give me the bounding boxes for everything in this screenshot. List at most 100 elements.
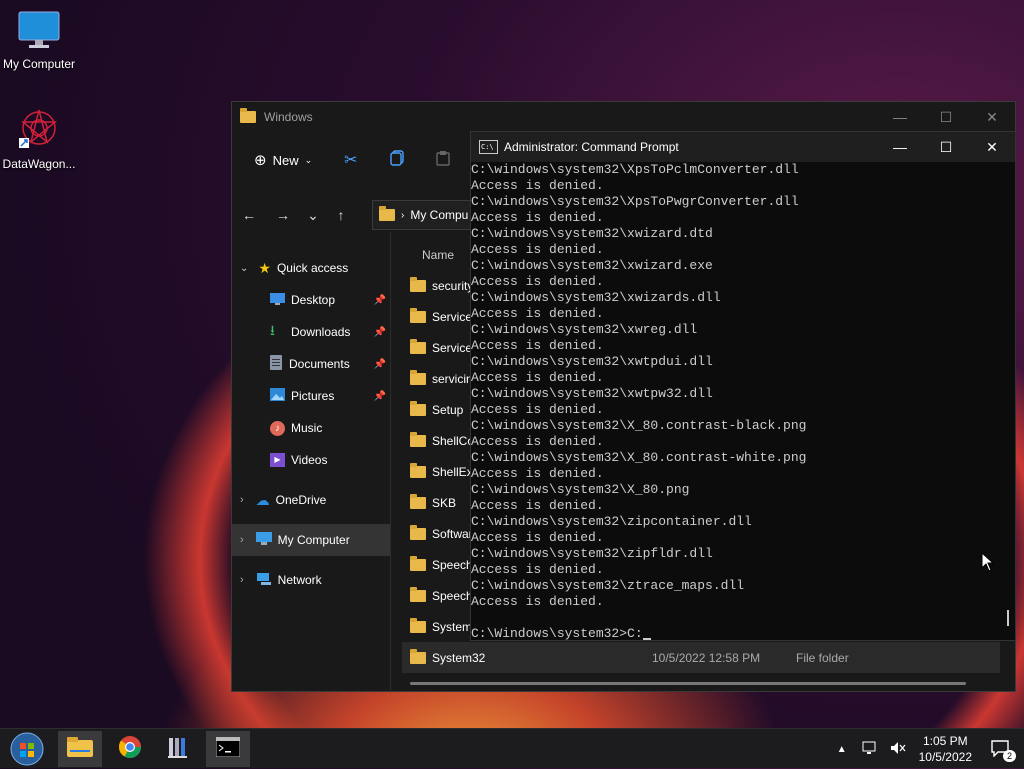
horizontal-scrollbar[interactable]: [410, 682, 966, 685]
download-arrow-icon: ⭳: [270, 322, 275, 338]
taskbar-clock[interactable]: 1:05 PM 10/5/2022: [919, 733, 972, 765]
console-line: C:\windows\system32\xwtpdui.dll: [471, 354, 713, 369]
explorer-toolbar: ⊕ New ⌄ ✂: [232, 140, 486, 180]
maximize-button[interactable]: ☐: [923, 132, 969, 162]
new-button[interactable]: ⊕ New ⌄: [246, 147, 320, 173]
folder-icon: [410, 400, 426, 416]
sidebar-item-label: Videos: [291, 453, 328, 467]
taskbar-command-prompt[interactable]: [206, 731, 250, 767]
back-arrow-icon[interactable]: ←: [232, 207, 266, 223]
minimize-button[interactable]: —: [877, 102, 923, 132]
folder-icon: [410, 307, 426, 323]
pin-icon[interactable]: 📌: [374, 295, 386, 306]
network-status-icon[interactable]: [861, 740, 879, 759]
desktop-icon-my-computer[interactable]: My Computer: [0, 10, 81, 71]
folder-icon: [410, 555, 426, 571]
recent-chevron-icon[interactable]: ⌄: [300, 207, 326, 224]
address-bar[interactable]: › My Compu: [372, 200, 472, 230]
notification-count-badge: 2: [1002, 749, 1016, 762]
explorer-title-bar[interactable]: Windows — ☐ ✕: [232, 102, 1015, 132]
taskbar-file-explorer[interactable]: [58, 731, 102, 767]
list-item-system32[interactable]: System32 10/5/2022 12:58 PM File folder: [402, 642, 1000, 673]
clock-time: 1:05 PM: [922, 734, 968, 748]
pin-icon[interactable]: 📌: [374, 359, 386, 370]
console-line: Access is denied.: [471, 466, 604, 481]
close-button[interactable]: ✕: [969, 132, 1015, 162]
folder-icon: [410, 648, 426, 664]
copy-icon[interactable]: [389, 149, 404, 171]
network-icon: [256, 572, 272, 589]
sidebar-item-onedrive[interactable]: › ☁ OneDrive: [232, 484, 390, 516]
sidebar-item-label: Network: [277, 573, 322, 587]
console-line: Access is denied.: [471, 402, 604, 417]
navigation-pane: ⌄ ★ Quick access Desktop 📌 ⭳ Downloads 📌…: [232, 252, 390, 596]
sidebar-item-videos[interactable]: ▶ Videos: [232, 444, 390, 476]
sidebar-item-network[interactable]: › Network: [232, 564, 390, 596]
monitor-icon: [0, 10, 81, 53]
address-crumb: My Compu: [410, 208, 469, 222]
start-button[interactable]: [4, 731, 50, 767]
sidebar-item-my-computer[interactable]: › My Computer: [232, 524, 390, 556]
forward-arrow-icon[interactable]: →: [266, 207, 300, 223]
sidebar-item-downloads[interactable]: ⭳ Downloads 📌: [232, 316, 390, 348]
file-date: 10/5/2022 12:58 PM: [652, 650, 761, 665]
taskbar-library-app[interactable]: [156, 731, 200, 767]
cmd-title-bar[interactable]: C:\ Administrator: Command Prompt — ☐ ✕: [471, 132, 1015, 162]
datawagon-logo-icon: [0, 106, 81, 153]
maximize-button[interactable]: ☐: [923, 102, 969, 132]
sidebar-item-desktop[interactable]: Desktop 📌: [232, 284, 390, 316]
folder-icon: [410, 276, 426, 292]
vertical-scrollbar[interactable]: [1007, 610, 1009, 626]
new-button-label: New: [272, 152, 299, 168]
desktop-icon-label: DataWagon...: [2, 157, 76, 171]
plus-circle-icon: ⊕: [254, 152, 267, 169]
console-line: Access is denied.: [471, 530, 604, 545]
folder-icon: [240, 108, 256, 123]
folder-icon: [410, 524, 426, 540]
paste-icon[interactable]: [435, 150, 450, 171]
console-line: Access is denied.: [471, 210, 604, 225]
pin-icon[interactable]: 📌: [374, 327, 386, 338]
desktop-icon: [270, 292, 285, 308]
console-line: C:\windows\system32\zipfldr.dll: [471, 546, 713, 561]
console-line: C:\windows\system32\xwizard.dtd: [471, 226, 713, 241]
console-line: C:\windows\system32\XpsToPwgrConverter.d…: [471, 194, 799, 209]
sidebar-item-label: Pictures: [291, 389, 335, 403]
pin-icon[interactable]: 📌: [374, 391, 386, 402]
chevron-right-icon: ›: [240, 494, 244, 506]
desktop-icon-datawagon[interactable]: DataWagon...: [0, 106, 81, 171]
chevron-right-icon: ›: [401, 209, 405, 221]
cut-icon[interactable]: ✂: [344, 150, 357, 170]
console-line: C:\windows\system32\XpsToPclmConverter.d…: [471, 162, 799, 177]
speaker-muted-icon[interactable]: [889, 740, 907, 759]
sidebar-item-pictures[interactable]: Pictures 📌: [232, 380, 390, 412]
taskbar-chrome[interactable]: [108, 731, 152, 767]
sidebar-item-music[interactable]: ♪ Music: [232, 412, 390, 444]
sidebar-item-documents[interactable]: Documents 📌: [232, 348, 390, 380]
column-header-label: Name: [422, 248, 455, 262]
document-icon: [270, 355, 283, 373]
music-icon: ♪: [270, 420, 285, 436]
minimize-button[interactable]: —: [877, 132, 923, 162]
console-prompt-line[interactable]: C:\Windows\system32>C:: [471, 626, 1001, 640]
console-line: Access is denied.: [471, 562, 604, 577]
close-button[interactable]: ✕: [969, 102, 1015, 132]
notification-center-button[interactable]: 2: [990, 739, 1016, 762]
sidebar-item-label: Documents: [289, 357, 350, 371]
folder-icon: [410, 586, 426, 602]
file-type: File folder: [796, 650, 849, 665]
sidebar-item-label: OneDrive: [275, 493, 327, 507]
chevron-up-icon[interactable]: ▲: [837, 744, 847, 755]
console-line: Access is denied.: [471, 306, 604, 321]
pane-divider[interactable]: [390, 232, 391, 692]
folder-icon: [410, 338, 426, 354]
video-icon: ▶: [270, 453, 285, 467]
sidebar-item-label: Desktop: [291, 293, 336, 307]
folder-icon: [379, 206, 395, 221]
sidebar-item-label: Downloads: [291, 325, 351, 339]
console-line: Access is denied.: [471, 178, 604, 193]
sidebar-item-quick-access[interactable]: ⌄ ★ Quick access: [232, 252, 390, 284]
star-icon: ★: [258, 259, 271, 276]
console-output[interactable]: C:\windows\system32\XpsToPclmConverter.d…: [471, 162, 1001, 640]
up-arrow-icon[interactable]: ↑: [326, 207, 356, 223]
